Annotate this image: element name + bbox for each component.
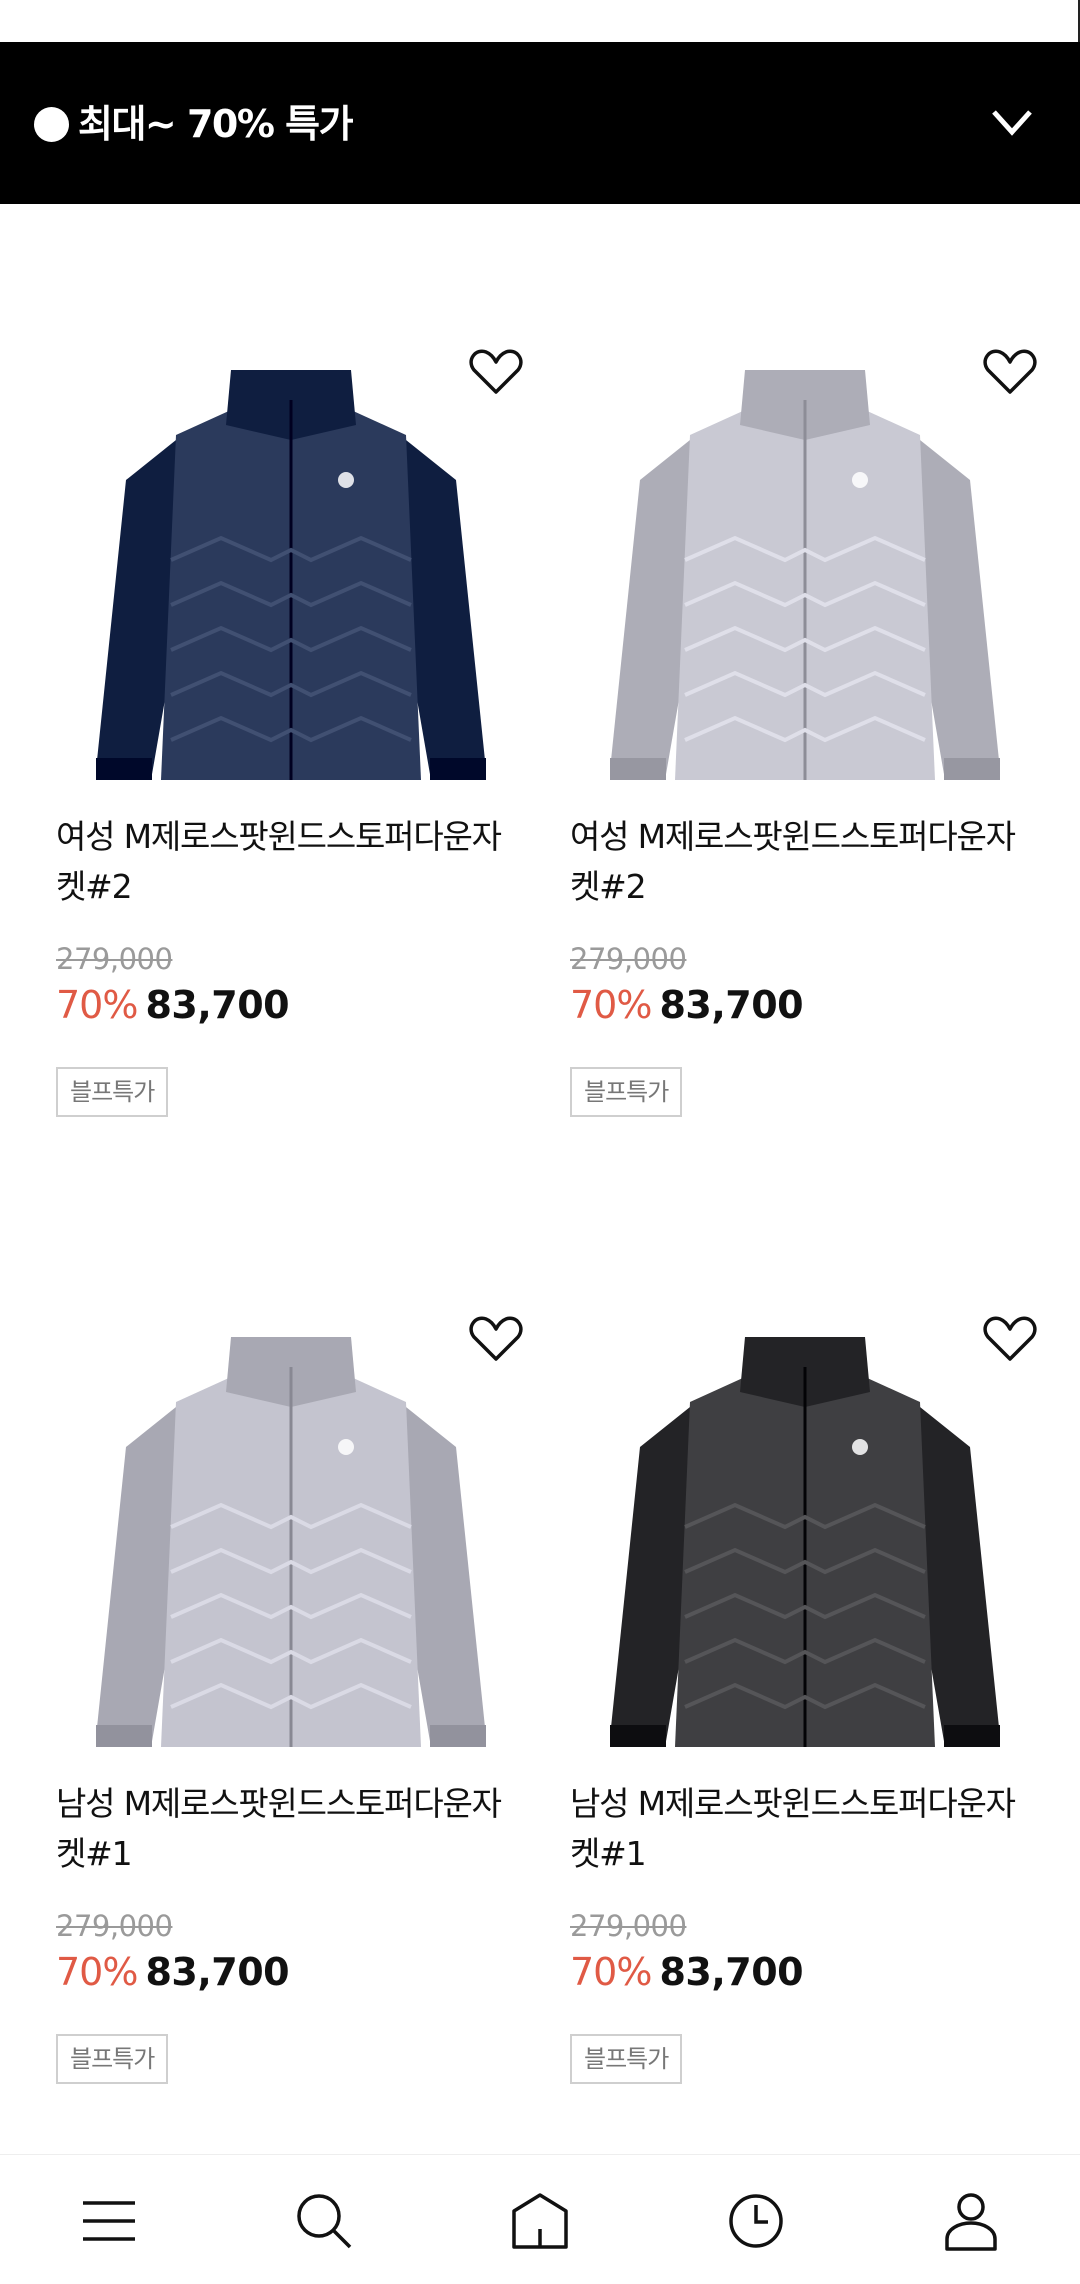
my-page-icon[interactable] bbox=[939, 2189, 1003, 2253]
original-price: 279,000 bbox=[570, 1909, 687, 1943]
original-price: 279,000 bbox=[56, 942, 173, 976]
product-name[interactable]: 여성 M제로스팟윈드스토퍼다운자켓#2 bbox=[570, 812, 1040, 912]
original-price: 279,000 bbox=[570, 942, 687, 976]
promo-banner[interactable]: 최대~ 70% 특가 bbox=[0, 42, 1080, 204]
menu-icon[interactable] bbox=[77, 2189, 141, 2253]
promo-tag: 블프특가 bbox=[56, 2034, 169, 2084]
product-name[interactable]: 여성 M제로스팟윈드스토퍼다운자켓#2 bbox=[56, 812, 526, 912]
wishlist-heart-icon[interactable] bbox=[982, 1315, 1038, 1363]
wishlist-heart-icon[interactable] bbox=[468, 1315, 524, 1363]
promo-tag: 블프특가 bbox=[570, 1067, 683, 1117]
search-icon[interactable] bbox=[292, 2189, 356, 2253]
price-line: 70% 83,700 bbox=[570, 1947, 804, 1997]
banner-title: 최대~ 70% 특가 bbox=[78, 102, 354, 146]
discount-rate: 70% bbox=[570, 983, 652, 1027]
product-name[interactable]: 남성 M제로스팟윈드스토퍼다운자켓#1 bbox=[56, 1779, 526, 1879]
discount-rate: 70% bbox=[56, 983, 138, 1027]
wishlist-heart-icon[interactable] bbox=[468, 348, 524, 396]
promo-tag: 블프특가 bbox=[570, 2034, 683, 2084]
product-image[interactable] bbox=[56, 1297, 526, 1777]
chevron-down-icon[interactable] bbox=[990, 106, 1034, 138]
original-price: 279,000 bbox=[56, 1909, 173, 1943]
status-area bbox=[0, 0, 1080, 42]
discount-rate: 70% bbox=[56, 1950, 138, 1994]
sale-price: 83,700 bbox=[659, 1950, 804, 1994]
price-line: 70% 83,700 bbox=[570, 980, 804, 1030]
home-icon[interactable] bbox=[508, 2189, 572, 2253]
sale-price: 83,700 bbox=[145, 983, 290, 1027]
price-line: 70% 83,700 bbox=[56, 980, 290, 1030]
sale-price: 83,700 bbox=[145, 1950, 290, 1994]
bottom-navigation bbox=[0, 2154, 1080, 2284]
recent-icon[interactable] bbox=[724, 2189, 788, 2253]
product-image[interactable] bbox=[570, 330, 1040, 810]
discount-rate: 70% bbox=[570, 1950, 652, 1994]
wishlist-heart-icon[interactable] bbox=[982, 348, 1038, 396]
promo-tag: 블프특가 bbox=[56, 1067, 169, 1117]
price-line: 70% 83,700 bbox=[56, 1947, 290, 1997]
sale-price: 83,700 bbox=[659, 983, 804, 1027]
product-image[interactable] bbox=[56, 330, 526, 810]
product-image[interactable] bbox=[570, 1297, 1040, 1777]
product-name[interactable]: 남성 M제로스팟윈드스토퍼다운자켓#1 bbox=[570, 1779, 1040, 1879]
bullet-dot-icon bbox=[34, 107, 69, 142]
